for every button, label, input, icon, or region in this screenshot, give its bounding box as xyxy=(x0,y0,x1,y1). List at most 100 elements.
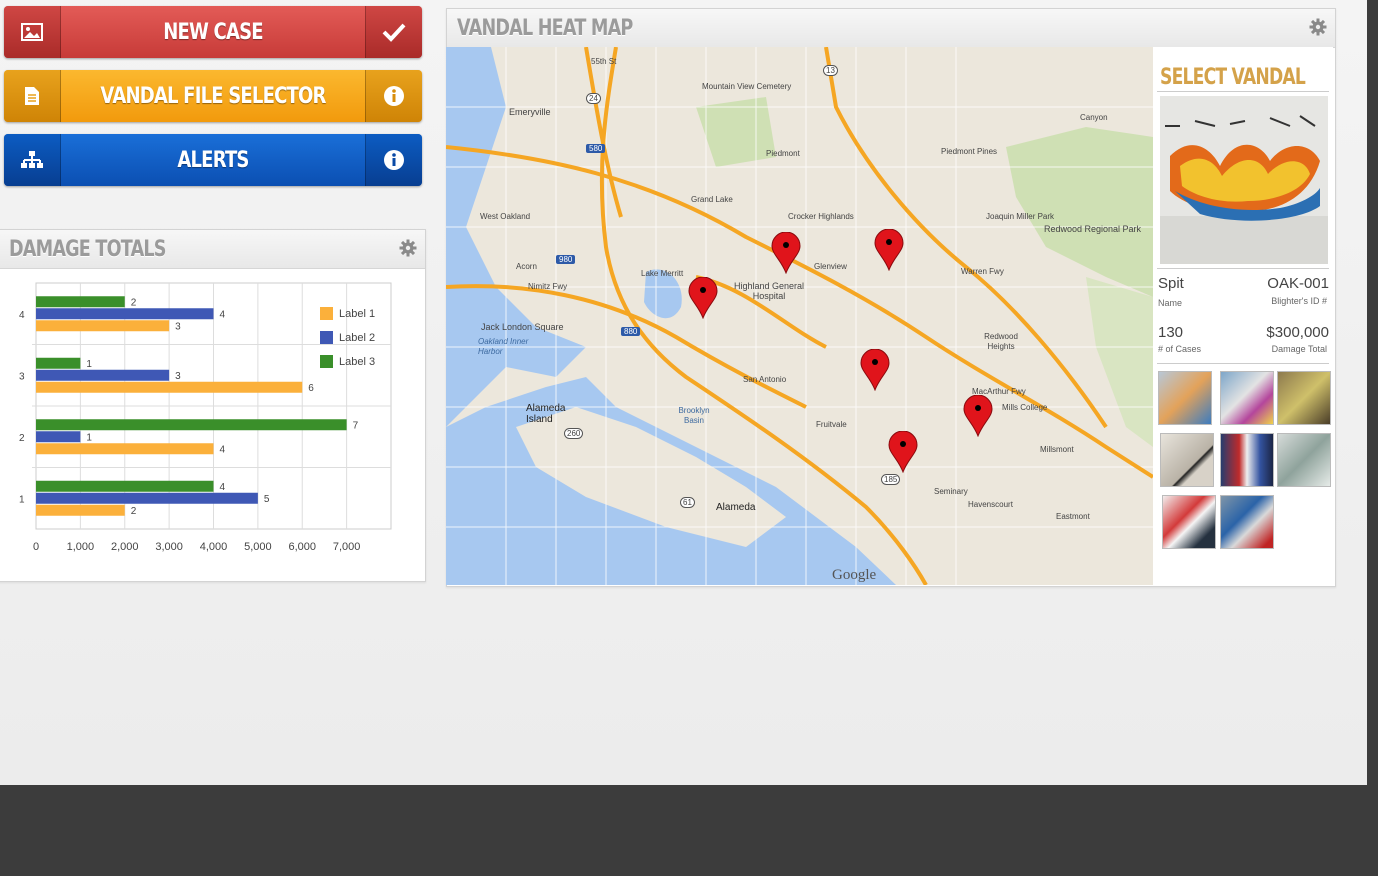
vandal-name-label: Name xyxy=(1158,298,1183,308)
graffiti-thumbnail[interactable] xyxy=(1160,433,1214,487)
map-label: Nimitz Fwy xyxy=(528,282,568,291)
map-label: San Antonio xyxy=(743,375,787,384)
map-label: Jack London Square xyxy=(481,322,564,332)
bar-value-label: 4 xyxy=(220,309,226,320)
bar-value-label: 5 xyxy=(264,494,270,505)
bar-value-label: 4 xyxy=(220,482,226,493)
map-label: 55th St xyxy=(591,57,617,66)
vandal-photo[interactable] xyxy=(1160,96,1328,264)
legend-swatch xyxy=(320,355,333,368)
legend-swatch xyxy=(320,307,333,320)
map-label: Redwood Heights xyxy=(984,332,1018,351)
x-tick-label: 0 xyxy=(33,541,39,553)
map-pin[interactable] xyxy=(771,231,801,279)
map-label: Piedmont Pines xyxy=(941,147,998,156)
legend-label: Label 1 xyxy=(339,308,375,320)
map-label: Alameda Island xyxy=(526,403,566,425)
alerts-label: ALERTS xyxy=(177,147,249,173)
x-tick-label: 4,000 xyxy=(200,541,228,553)
legend-label: Label 2 xyxy=(339,332,375,344)
map-label: Emeryville xyxy=(509,107,551,117)
category-tick-label: 3 xyxy=(19,371,25,382)
info-icon[interactable] xyxy=(365,134,422,186)
vandal-file-selector-label: VANDAL FILE SELECTOR xyxy=(100,83,326,109)
highway-shield: 880 xyxy=(621,327,641,336)
vandal-id-label: Blighter's ID # xyxy=(1271,296,1327,306)
vandal-divider xyxy=(1157,268,1329,269)
vandal-cases: 130 xyxy=(1158,324,1184,341)
image-icon xyxy=(4,6,61,58)
map-label: Redwood Regional Park xyxy=(1044,224,1142,234)
bar xyxy=(36,431,81,443)
graffiti-thumbnail[interactable] xyxy=(1158,371,1212,425)
bar-value-label: 2 xyxy=(131,506,137,517)
gear-icon[interactable] xyxy=(399,239,417,262)
vandal-heat-map-title: VANDAL HEAT MAP xyxy=(457,16,633,41)
map-pin[interactable] xyxy=(874,228,904,276)
map-graphic xyxy=(446,47,1153,585)
map-label: Crocker Highlands xyxy=(788,212,854,221)
heat-map[interactable]: 55th St Emeryville Mountain View Cemeter… xyxy=(446,47,1153,585)
category-tick-label: 2 xyxy=(19,433,25,444)
vandal-id: OAK-001 xyxy=(1267,275,1329,292)
legend-swatch xyxy=(320,331,333,344)
google-attribution: Google xyxy=(832,567,877,583)
graffiti-thumbnail[interactable] xyxy=(1220,495,1274,549)
map-label: Acorn xyxy=(516,262,537,271)
bar-value-label: 6 xyxy=(308,383,314,394)
gear-icon[interactable] xyxy=(1309,18,1327,41)
map-label: Lake Merritt xyxy=(641,269,684,278)
map-pin[interactable] xyxy=(888,430,918,478)
x-tick-label: 7,000 xyxy=(333,541,361,553)
document-icon xyxy=(4,70,61,122)
bar xyxy=(36,296,125,308)
bar xyxy=(36,369,170,381)
dashboard-page: NEW CASE VANDAL FILE SELECTOR ALERTS DAM… xyxy=(0,0,1367,785)
map-label: Piedmont xyxy=(766,149,800,158)
bar xyxy=(36,480,214,492)
map-pin[interactable] xyxy=(860,348,890,396)
graffiti-thumbnail[interactable] xyxy=(1220,433,1274,487)
bar xyxy=(36,381,303,393)
graffiti-image xyxy=(1160,96,1328,264)
highway-shield: 13 xyxy=(823,65,838,76)
graffiti-thumbnail[interactable] xyxy=(1220,371,1274,425)
category-tick-label: 4 xyxy=(19,310,25,321)
vandal-damage: $300,000 xyxy=(1266,324,1329,341)
new-case-button[interactable]: NEW CASE xyxy=(4,6,422,58)
map-pin[interactable] xyxy=(963,394,993,442)
damage-totals-chart: 4 5 2 1 7 1 4 2 1 3 6 3 2 4 3 4 0 1,000 2,000 3,000 4,000 5,0… xyxy=(19,282,392,553)
info-icon[interactable] xyxy=(365,70,422,122)
map-label: Havenscourt xyxy=(968,500,1013,509)
map-label: Seminary xyxy=(934,487,968,496)
map-label: Brooklyn Basin xyxy=(678,406,710,425)
bar xyxy=(36,357,81,369)
bar xyxy=(36,419,347,431)
map-label: Canyon xyxy=(1080,113,1108,122)
x-tick-label: 3,000 xyxy=(155,541,183,553)
vandal-divider xyxy=(1157,363,1329,364)
highway-shield: 260 xyxy=(564,428,584,439)
bar-value-label: 1 xyxy=(86,359,92,370)
highway-shield: 61 xyxy=(680,497,695,508)
vandal-file-selector-button[interactable]: VANDAL FILE SELECTOR xyxy=(4,70,422,122)
bar-value-label: 3 xyxy=(175,321,181,332)
bar-value-label: 4 xyxy=(220,444,226,455)
graffiti-thumbnail[interactable] xyxy=(1277,433,1331,487)
new-case-label: NEW CASE xyxy=(163,19,263,45)
vandal-name: Spit xyxy=(1158,275,1184,292)
graffiti-thumbnail[interactable] xyxy=(1277,371,1331,425)
sitemap-icon xyxy=(4,134,61,186)
map-label: Eastmont xyxy=(1056,512,1090,521)
bar xyxy=(36,320,170,332)
highway-shield: 980 xyxy=(556,255,576,264)
bar-value-label: 3 xyxy=(175,371,181,382)
map-label: Mountain View Cemetery xyxy=(702,82,792,91)
alerts-button[interactable]: ALERTS xyxy=(4,134,422,186)
bar xyxy=(36,504,125,516)
bar xyxy=(36,308,214,320)
check-icon[interactable] xyxy=(365,6,422,58)
graffiti-thumbnail[interactable] xyxy=(1162,495,1216,549)
map-label: Alameda xyxy=(716,502,756,513)
map-pin[interactable] xyxy=(688,276,718,324)
